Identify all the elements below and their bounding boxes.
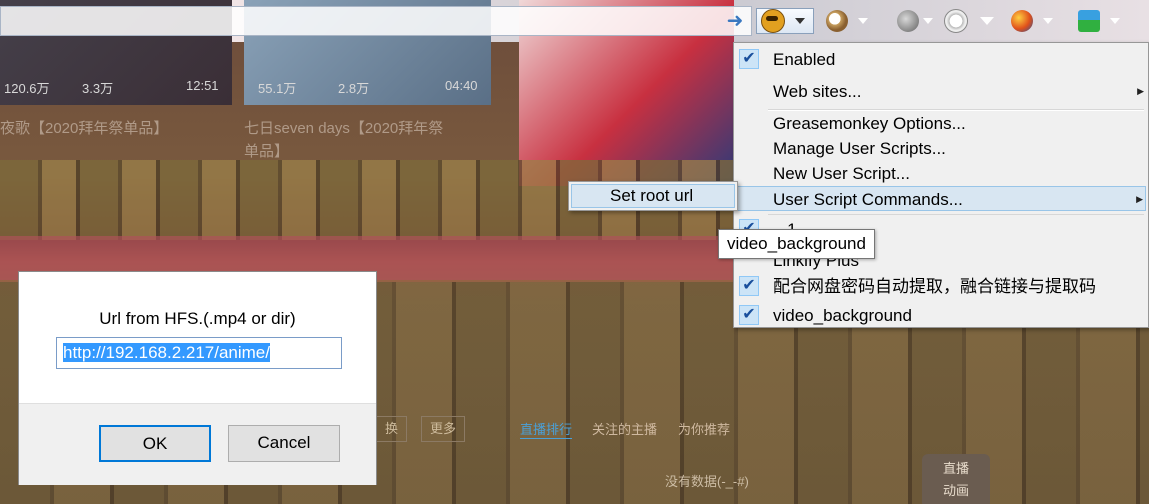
anime-label: 动画 [942, 483, 969, 498]
menu-item-label: Greasemonkey Options... [773, 114, 966, 133]
menu-item-label: New User Script... [773, 164, 910, 183]
menu-item-label: Enabled [773, 50, 836, 69]
duration: 12:51 [186, 78, 219, 93]
prompt-dialog: Url from HFS.(.mp4 or dir) http://192.16… [18, 271, 377, 485]
menu-item-script-commands[interactable]: User Script Commands... ▶ [736, 186, 1146, 211]
swap-button[interactable]: 换 [376, 416, 408, 442]
submenu-arrow-icon: ▶ [1137, 86, 1144, 96]
menu-item-set-root-url[interactable]: Set root url [571, 184, 735, 208]
menu-item-label: Web sites... [773, 82, 862, 101]
live-category-card[interactable]: 直播 动画 [922, 454, 990, 504]
menu-item-web-sites[interactable]: Web sites... ▶ [736, 79, 1146, 104]
dropdown-arrow-icon[interactable] [1043, 18, 1053, 24]
browser-toolbar: ➜ [0, 0, 1149, 42]
menu-item-label: User Script Commands... [773, 190, 963, 209]
firefox-icon [1011, 10, 1033, 32]
empty-state: 没有数据(-_-#) [665, 474, 749, 489]
dropdown-arrow-icon[interactable] [858, 18, 868, 24]
magnifier-button[interactable] [826, 8, 868, 34]
greasemonkey-button[interactable] [756, 8, 814, 34]
dialog-footer: OK Cancel [19, 403, 376, 485]
firefox-button[interactable] [1011, 8, 1053, 34]
like-count: 2.8万 [338, 81, 370, 96]
check-icon: ✔ [739, 305, 759, 325]
palette-icon [944, 9, 968, 33]
menu-separator [768, 214, 1144, 215]
tab-live-rank[interactable]: 直播排行 [520, 419, 573, 439]
menu-item-options[interactable]: Greasemonkey Options... [736, 111, 1146, 136]
magnifier-icon [826, 10, 848, 32]
tooltip: video_background [718, 229, 875, 259]
menu-item-label: Set root url [610, 186, 694, 205]
selected-text: http://192.168.2.217/anime/ [63, 343, 270, 362]
cancel-button[interactable]: Cancel [228, 425, 340, 462]
menu-item-label: 配合网盘密码自动提取，融合链接与提取码 [773, 277, 1096, 296]
url-input[interactable]: http://192.168.2.217/anime/ [56, 337, 342, 369]
menu-item-label: video_background [773, 306, 912, 325]
menu-item-baidu-pan[interactable]: ✔ 配合网盘密码自动提取，融合链接与提取码 [736, 274, 1146, 299]
gear-globe-button[interactable] [897, 8, 933, 34]
dropdown-arrow-icon[interactable] [923, 18, 933, 24]
check-icon: ✔ [739, 49, 759, 69]
tab-recommend[interactable]: 为你推荐 [678, 419, 730, 438]
more-button[interactable]: 更多 [421, 416, 466, 442]
dropdown-arrow-icon[interactable] [980, 17, 994, 25]
dialog-message: Url from HFS.(.mp4 or dir) [99, 309, 296, 328]
greasemonkey-icon [761, 9, 785, 33]
video-title[interactable]: 单品】 [244, 141, 289, 162]
view-count: 55.1万 [258, 81, 297, 96]
menu-item-video-background[interactable]: ✔ video_background [736, 303, 1146, 328]
download-button[interactable] [1078, 8, 1120, 34]
video-title[interactable]: 七日seven days【2020拜年祭 [244, 118, 443, 139]
url-bar[interactable] [0, 6, 752, 36]
dropdown-arrow-icon[interactable] [1110, 18, 1120, 24]
video-title[interactable]: 夜歌【2020拜年祭单品】 [0, 118, 168, 139]
download-icon [1078, 10, 1100, 32]
palette-button[interactable] [944, 8, 994, 34]
menu-item-enabled[interactable]: ✔ Enabled [736, 47, 1146, 72]
check-icon: ✔ [739, 276, 759, 296]
tab-following[interactable]: 关注的主播 [592, 419, 657, 438]
menu-item-label: Manage User Scripts... [773, 139, 946, 158]
view-count: 120.6万 [4, 81, 50, 96]
script-commands-submenu: Set root url [568, 181, 738, 211]
submenu-arrow-icon: ▶ [1136, 194, 1143, 204]
gear-globe-icon [897, 10, 919, 32]
dropdown-arrow-icon[interactable] [795, 18, 805, 24]
duration: 04:40 [445, 78, 478, 93]
ok-button[interactable]: OK [99, 425, 211, 462]
menu-item-new-script[interactable]: New User Script... [736, 161, 1146, 186]
live-label: 直播 [942, 461, 969, 476]
go-arrow-icon[interactable]: ➜ [722, 10, 748, 32]
menu-item-manage-scripts[interactable]: Manage User Scripts... [736, 136, 1146, 161]
like-count: 3.3万 [82, 81, 114, 96]
greasemonkey-menu: ✔ Enabled Web sites... ▶ Greasemonkey Op… [733, 42, 1149, 328]
